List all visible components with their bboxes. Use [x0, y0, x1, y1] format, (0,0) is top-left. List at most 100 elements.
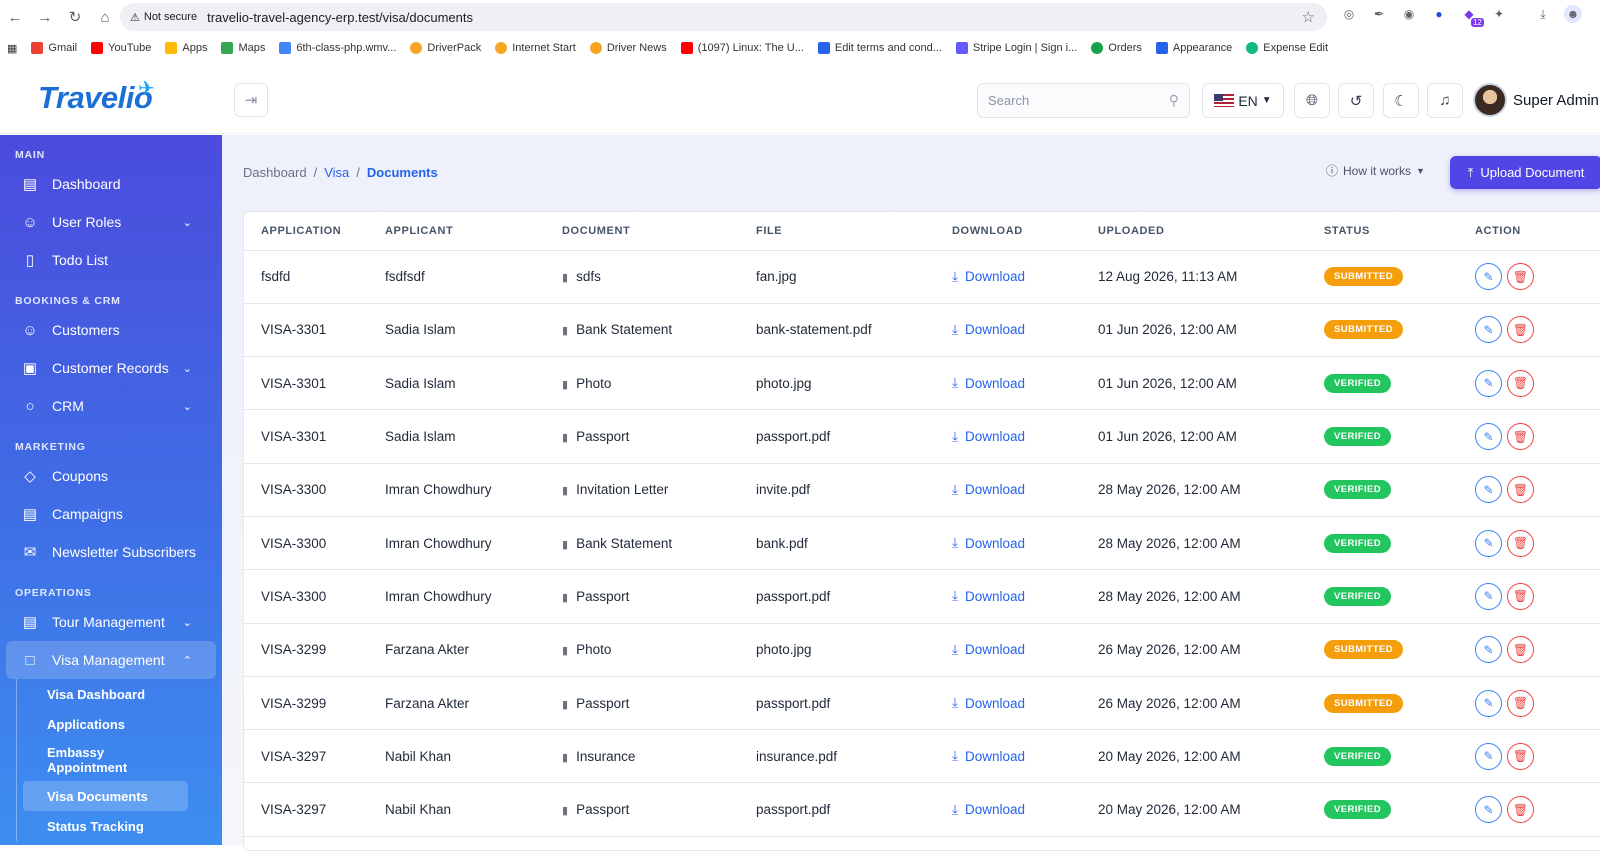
column-header-applicant[interactable]: APPLICANT [385, 212, 562, 251]
delete-button[interactable]: 🗑︎ [1507, 636, 1534, 664]
sidebar-subitem-visa-dashboard[interactable]: Visa Dashboard [17, 679, 222, 709]
delete-button[interactable]: 🗑︎ [1507, 316, 1534, 344]
edit-button[interactable]: ✎ [1475, 529, 1502, 557]
bookmark-internet-start[interactable]: Internet Start [488, 42, 583, 54]
breadcrumb-visa[interactable]: Visa [324, 165, 349, 180]
download-link[interactable]: ⤓ Download [952, 482, 1098, 498]
bookmark-edit-terms[interactable]: Edit terms and cond... [811, 42, 949, 54]
bookmark-orders[interactable]: Orders [1084, 42, 1149, 54]
sidebar-item-tour-management[interactable]: ▤ Tour Management ⌄ [0, 603, 222, 641]
column-header-file[interactable]: FILE [756, 212, 952, 251]
notifications-button[interactable]: ♫ [1427, 83, 1463, 118]
download-link[interactable]: ⤓ Download [952, 535, 1098, 551]
refresh-button[interactable]: ↺ [1338, 83, 1374, 118]
download-browser-icon[interactable]: ⤓ [1534, 5, 1552, 23]
circle-ext-icon[interactable]: ● [1430, 5, 1448, 23]
edit-button[interactable]: ✎ [1475, 476, 1502, 504]
bookmark-maps[interactable]: Maps [214, 42, 272, 54]
bookmark-youtube[interactable]: YouTube [84, 42, 158, 54]
delete-button[interactable]: 🗑︎ [1507, 689, 1534, 717]
edit-button[interactable]: ✎ [1475, 636, 1502, 664]
delete-button[interactable]: 🗑︎ [1507, 529, 1534, 557]
user-menu[interactable]: Super Admin [1473, 83, 1599, 117]
download-link[interactable]: ⤓ Download [952, 375, 1098, 391]
download-link[interactable]: ⤓ Download [952, 802, 1098, 818]
edit-button[interactable]: ✎ [1475, 263, 1502, 291]
security-indicator[interactable]: ⚠ Not secure [130, 11, 207, 24]
edit-button[interactable]: ✎ [1475, 369, 1502, 397]
bookmark-driver-news[interactable]: Driver News [583, 42, 674, 54]
sidebar-item-campaigns[interactable]: ▤ Campaigns [0, 495, 222, 533]
sidebar-item-coupons[interactable]: ◇ Coupons [0, 457, 222, 495]
delete-button[interactable]: 🗑︎ [1507, 582, 1534, 610]
sidebar-subitem-applications[interactable]: Applications [17, 709, 222, 739]
apps-grid-icon[interactable]: ▦ [0, 42, 24, 55]
bookmark-driverpack[interactable]: DriverPack [403, 42, 488, 54]
download-link[interactable]: ⤓ Download [952, 642, 1098, 658]
globe-button[interactable]: 🌐︎ [1294, 83, 1330, 118]
edit-button[interactable]: ✎ [1475, 689, 1502, 717]
pen-ext-icon[interactable]: ✒ [1370, 5, 1388, 23]
sidebar-item-user-roles[interactable]: ☺ User Roles ⌄ [0, 203, 222, 241]
address-bar[interactable]: ⚠ Not secure travelio-travel-agency-erp.t… [120, 3, 1327, 31]
edit-button[interactable]: ✎ [1475, 316, 1502, 344]
sidebar-item-customers[interactable]: ☺ Customers [0, 311, 222, 349]
download-link[interactable]: ⤓ Download [952, 695, 1098, 711]
bookmark-stripe[interactable]: Stripe Login | Sign i... [949, 42, 1084, 54]
search-input[interactable] [978, 84, 1148, 117]
bookmark-apps[interactable]: Apps [158, 42, 214, 54]
bookmark-linux[interactable]: (1097) Linux: The U... [674, 42, 811, 54]
globe-ext-icon[interactable]: ◎ [1340, 5, 1358, 23]
logo[interactable]: Travelio [38, 80, 153, 116]
sidebar-toggle-button[interactable]: ⇥ [234, 83, 268, 117]
forward-icon[interactable]: → [30, 2, 60, 32]
edit-button[interactable]: ✎ [1475, 796, 1502, 824]
sidebar-subitem-embassy-appointment[interactable]: Embassy Appointment [17, 739, 187, 781]
sidebar-subitem-visa-documents[interactable]: Visa Documents [23, 781, 188, 811]
bookmark-drive[interactable]: 6th-class-php.wmv... [272, 42, 403, 54]
sidebar-item-todo-list[interactable]: ▯ Todo List [0, 241, 222, 279]
puzzle-icon[interactable]: ✦ [1490, 5, 1508, 23]
sidebar-item-newsletter[interactable]: ✉ Newsletter Subscribers [0, 533, 222, 571]
download-link[interactable]: ⤓ Download [952, 429, 1098, 445]
delete-button[interactable]: 🗑︎ [1507, 369, 1534, 397]
column-header-status[interactable]: STATUS [1324, 212, 1475, 251]
sidebar-item-dashboard[interactable]: ▤ Dashboard [0, 165, 222, 203]
sidebar-item-customer-records[interactable]: ▣ Customer Records ⌄ [0, 349, 222, 387]
profile-browser-icon[interactable]: ☻ [1564, 5, 1582, 23]
column-header-document[interactable]: DOCUMENT [562, 212, 756, 251]
delete-button[interactable]: 🗑︎ [1507, 263, 1534, 291]
language-selector[interactable]: EN ▼ [1202, 83, 1284, 118]
back-icon[interactable]: ← [0, 2, 30, 32]
delete-button[interactable]: 🗑︎ [1507, 796, 1534, 824]
search-icon[interactable]: ⚲ [1169, 92, 1179, 109]
delete-button[interactable]: 🗑︎ [1507, 476, 1534, 504]
home-icon[interactable]: ⌂ [90, 2, 120, 32]
edit-button[interactable]: ✎ [1475, 423, 1502, 451]
bookmark-appearance[interactable]: Appearance [1149, 42, 1239, 54]
download-link[interactable]: ⤓ Download [952, 322, 1098, 338]
theme-button[interactable]: ☾ [1383, 83, 1419, 118]
edit-button[interactable]: ✎ [1475, 742, 1502, 770]
delete-button[interactable]: 🗑︎ [1507, 742, 1534, 770]
download-link[interactable]: ⤓ Download [952, 588, 1098, 604]
bookmark-star-icon[interactable]: ☆ [1302, 8, 1315, 26]
camera-ext-icon[interactable]: ◉ [1400, 5, 1418, 23]
badge-ext-icon[interactable]: ◆ 12 [1460, 5, 1484, 27]
reload-icon[interactable]: ↻ [60, 2, 90, 32]
download-link[interactable]: ⤓ Download [952, 269, 1098, 285]
delete-button[interactable]: 🗑︎ [1507, 423, 1534, 451]
bookmark-gmail[interactable]: Gmail [24, 42, 84, 54]
url-text[interactable]: travelio-travel-agency-erp.test/visa/doc… [207, 10, 473, 25]
upload-document-button[interactable]: ⤒ Upload Document [1450, 156, 1600, 189]
edit-button[interactable]: ✎ [1475, 582, 1502, 610]
sidebar-item-crm[interactable]: ○ CRM ⌄ [0, 387, 222, 425]
bookmark-expense-edit[interactable]: Expense Edit [1239, 42, 1335, 54]
breadcrumb-dashboard[interactable]: Dashboard [243, 165, 307, 180]
download-link[interactable]: ⤓ Download [952, 748, 1098, 764]
column-header-uploaded[interactable]: UPLOADED [1098, 212, 1324, 251]
how-it-works-button[interactable]: ⓘ How it works ▼ [1326, 162, 1425, 179]
sidebar-subitem-status-tracking[interactable]: Status Tracking [17, 811, 222, 841]
column-header-application[interactable]: APPLICATION [244, 212, 385, 251]
sidebar-item-visa-management[interactable]: □ Visa Management ⌃ [6, 641, 216, 679]
